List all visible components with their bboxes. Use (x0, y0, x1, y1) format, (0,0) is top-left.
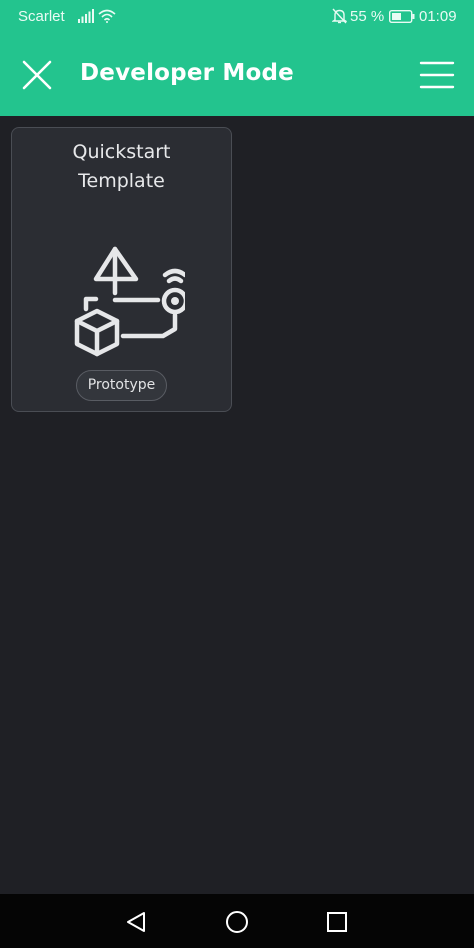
close-icon (22, 60, 52, 90)
hamburger-menu-icon (419, 61, 455, 89)
battery-percent: 55 % (350, 8, 385, 25)
home-circle-icon (226, 911, 248, 933)
menu-button[interactable] (412, 50, 462, 100)
screen: Scarlet 55 % 01:09 Developer Mode Quicks… (0, 0, 474, 948)
system-nav-bar (0, 894, 474, 948)
template-card-quickstart[interactable]: Quickstart Template Prototype (11, 127, 232, 412)
wifi-icon (98, 9, 116, 23)
card-title: Quickstart Template (72, 141, 171, 192)
back-triangle-icon (127, 912, 145, 932)
signal-icon (78, 9, 94, 23)
carrier-label: Scarlet (18, 8, 65, 25)
close-button[interactable] (12, 50, 62, 100)
prototype-illustration-icon (74, 246, 185, 357)
category-badge: Prototype (76, 370, 167, 401)
nav-home-button[interactable] (219, 904, 255, 940)
page-title: Developer Mode (80, 60, 294, 86)
clock: 01:09 (419, 8, 457, 25)
bell-muted-icon (332, 8, 347, 24)
status-bar: Scarlet 55 % 01:09 (0, 0, 474, 34)
battery-icon (389, 10, 415, 23)
recents-square-icon (327, 912, 347, 932)
nav-recents-button[interactable] (319, 904, 355, 940)
nav-back-button[interactable] (118, 904, 154, 940)
app-bar: Developer Mode (0, 34, 474, 116)
